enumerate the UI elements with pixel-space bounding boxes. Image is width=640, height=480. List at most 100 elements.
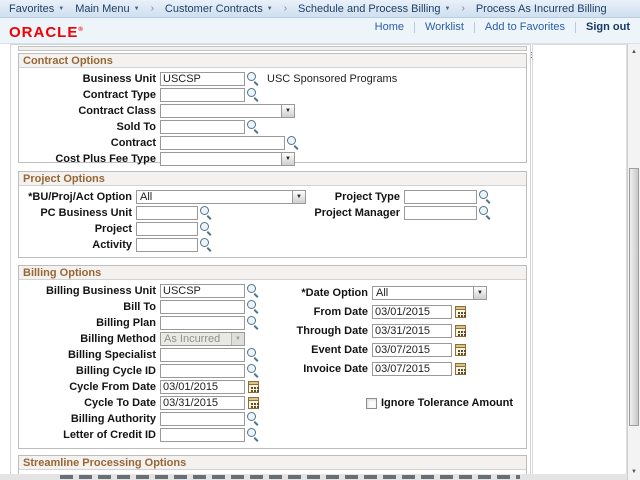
letter-of-credit-id-input[interactable] xyxy=(160,428,245,442)
date-option-select[interactable]: All ▼ xyxy=(372,286,487,300)
lookup-icon[interactable] xyxy=(247,72,260,85)
project-type-input[interactable] xyxy=(404,190,477,204)
add-to-favorites-link[interactable]: Add to Favorites xyxy=(485,21,565,33)
billing-specialist-input[interactable] xyxy=(160,348,245,362)
breadcrumb-favorites[interactable]: Favorites ▼ xyxy=(9,3,64,15)
lookup-icon[interactable] xyxy=(200,206,213,219)
link-divider xyxy=(474,22,475,33)
selected-value: All xyxy=(373,287,473,299)
lookup-icon[interactable] xyxy=(479,190,492,203)
registered-mark: ® xyxy=(78,27,83,33)
cycle-to-date-input[interactable] xyxy=(160,396,245,410)
activity-input[interactable] xyxy=(136,238,198,252)
link-divider xyxy=(414,22,415,33)
billing-business-unit-input[interactable] xyxy=(160,284,245,298)
breadcrumb-separator-icon: › xyxy=(151,3,154,14)
breadcrumb-label: Favorites xyxy=(9,3,54,15)
cycle-from-date-input[interactable] xyxy=(160,380,245,394)
lookup-icon[interactable] xyxy=(200,238,213,251)
vertical-scrollbar[interactable]: ▲ ▼ xyxy=(627,44,640,480)
breadcrumb-schedule-process-billing[interactable]: Schedule and Process Billing ▼ xyxy=(298,3,450,15)
project-manager-input[interactable] xyxy=(404,206,477,220)
field-label: *Date Option xyxy=(257,286,372,300)
selected-value xyxy=(161,105,281,117)
calendar-icon[interactable] xyxy=(455,363,466,375)
section-title: Billing Options xyxy=(19,266,526,280)
calendar-icon[interactable] xyxy=(248,381,259,393)
page-title: Process As Incurred Billing xyxy=(476,3,607,15)
field-label: Activity xyxy=(19,238,136,252)
main-content-frame: Contract Options Business Unit USC Spons… xyxy=(10,44,531,480)
calendar-icon[interactable] xyxy=(248,397,259,409)
project-options-section: Project Options *BU/Proj/Act Option All … xyxy=(18,171,527,258)
scroll-down-icon[interactable]: ▼ xyxy=(628,466,640,478)
ignore-tolerance-checkbox[interactable] xyxy=(366,398,377,409)
breadcrumb-customer-contracts[interactable]: Customer Contracts ▼ xyxy=(165,3,273,15)
cost-plus-fee-type-select[interactable]: ▼ xyxy=(160,152,295,166)
chevron-down-icon: ▼ xyxy=(445,6,451,12)
selected-value: As Incurred xyxy=(161,333,231,345)
chevron-down-icon[interactable]: ▼ xyxy=(281,153,294,165)
billing-authority-input[interactable] xyxy=(160,412,245,426)
billing-cycle-id-input[interactable] xyxy=(160,364,245,378)
lookup-icon[interactable] xyxy=(287,136,300,149)
from-date-input[interactable] xyxy=(372,305,452,319)
field-label: Billing Specialist xyxy=(19,348,160,362)
lookup-icon[interactable] xyxy=(479,206,492,219)
chevron-down-icon[interactable]: ▼ xyxy=(281,105,294,117)
lookup-icon[interactable] xyxy=(247,428,260,441)
app-window: Favorites ▼ Main Menu ▼ › Customer Contr… xyxy=(0,0,640,480)
event-date-input[interactable] xyxy=(372,343,452,357)
field-label: Contract Type xyxy=(19,88,160,102)
sold-to-input[interactable] xyxy=(160,120,245,134)
field-label: Bill To xyxy=(19,300,160,314)
home-link[interactable]: Home xyxy=(375,21,404,33)
selected-value: All xyxy=(137,191,292,203)
bill-to-input[interactable] xyxy=(160,300,245,314)
field-label: Project Type xyxy=(309,190,404,204)
field-label: Letter of Credit ID xyxy=(19,428,160,442)
bu-proj-act-option-select[interactable]: All ▼ xyxy=(136,190,306,204)
through-date-input[interactable] xyxy=(372,324,452,338)
lookup-icon[interactable] xyxy=(247,88,260,101)
field-label: *BU/Proj/Act Option xyxy=(19,190,136,204)
contract-options-section: Contract Options Business Unit USC Spons… xyxy=(18,53,527,163)
field-label: Cycle From Date xyxy=(19,380,160,394)
project-input[interactable] xyxy=(136,222,198,236)
contract-type-input[interactable] xyxy=(160,88,245,102)
calendar-icon[interactable] xyxy=(455,325,466,337)
calendar-icon[interactable] xyxy=(455,306,466,318)
field-label: From Date xyxy=(257,305,372,319)
contract-class-select[interactable]: ▼ xyxy=(160,104,295,118)
field-label: Contract Class xyxy=(19,104,160,118)
oracle-logo: ORACLE® xyxy=(9,24,84,41)
chevron-down-icon: ▼ xyxy=(58,6,64,12)
breadcrumb: Favorites ▼ Main Menu ▼ › Customer Contr… xyxy=(0,0,640,18)
field-label: Billing Plan xyxy=(19,316,160,330)
calendar-icon[interactable] xyxy=(455,344,466,356)
scrollbar-thumb[interactable] xyxy=(629,168,639,426)
billing-plan-input[interactable] xyxy=(160,316,245,330)
lookup-icon[interactable] xyxy=(247,120,260,133)
pc-business-unit-input[interactable] xyxy=(136,206,198,220)
breadcrumb-main-menu[interactable]: Main Menu ▼ xyxy=(75,3,139,15)
chevron-down-icon[interactable]: ▼ xyxy=(292,191,305,203)
sign-out-link[interactable]: Sign out xyxy=(586,21,630,33)
lookup-icon[interactable] xyxy=(247,412,260,425)
worklist-link[interactable]: Worklist xyxy=(425,21,464,33)
ignore-tolerance-row: Ignore Tolerance Amount xyxy=(366,397,513,409)
invoice-date-input[interactable] xyxy=(372,362,452,376)
field-label: Project xyxy=(19,222,136,236)
field-label: Sold To xyxy=(19,120,160,134)
scroll-up-icon[interactable]: ▲ xyxy=(628,46,640,58)
chevron-down-icon[interactable]: ▼ xyxy=(473,287,486,299)
field-label: Billing Business Unit xyxy=(19,284,160,298)
field-label: Project Manager xyxy=(309,206,404,220)
right-panel xyxy=(532,44,627,480)
chevron-down-icon: ▼ xyxy=(134,6,140,12)
breadcrumb-separator-icon: › xyxy=(461,3,464,14)
bottom-edge-bar xyxy=(0,474,627,480)
lookup-icon[interactable] xyxy=(200,222,213,235)
business-unit-input[interactable] xyxy=(160,72,245,86)
contract-input[interactable] xyxy=(160,136,285,150)
